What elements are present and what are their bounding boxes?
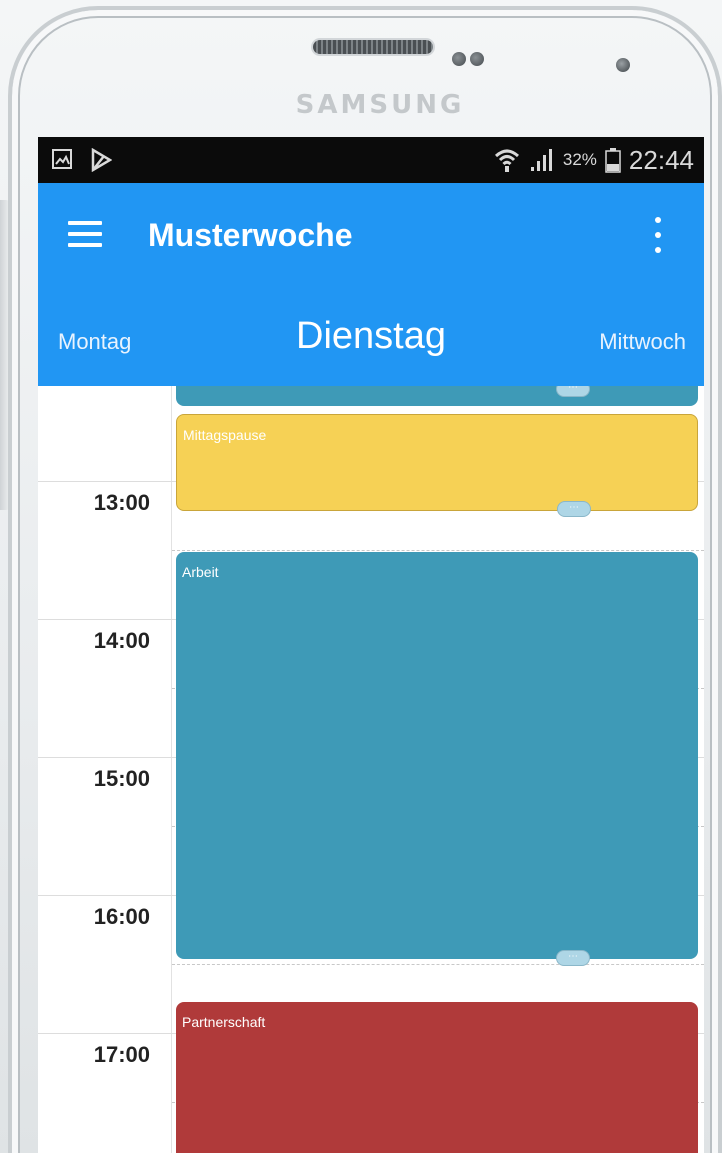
previous-day-tab[interactable]: Montag xyxy=(58,329,131,355)
hour-label: 13:00 xyxy=(93,490,150,515)
phone-frame: SAMSUNG 32% 22:44 Musterwoche Dienstag M… xyxy=(0,0,722,1153)
front-camera xyxy=(616,58,630,72)
event-title: Mittagspause xyxy=(183,427,267,443)
half-hour-line xyxy=(172,550,704,551)
earpiece-speaker xyxy=(313,40,433,54)
next-day-tab[interactable]: Mittwoch xyxy=(599,329,686,355)
calendar-event-mittagspause[interactable]: Mittagspause ⋯ xyxy=(176,414,698,517)
image-notification-icon xyxy=(52,149,72,169)
hamburger-menu-icon[interactable] xyxy=(68,221,102,247)
event-title: Arbeit xyxy=(182,564,219,580)
hour-label: 15:00 xyxy=(93,766,150,791)
signal-icon xyxy=(530,149,552,171)
app-bar: Musterwoche Dienstag Montag Mittwoch xyxy=(38,183,704,386)
day-calendar[interactable]: 13:00 14:00 15:00 16:00 17:00 ⋯ Mittagsp… xyxy=(38,386,704,1153)
screen: 32% 22:44 Musterwoche Dienstag Montag Mi… xyxy=(38,137,704,1153)
battery-percent: 32% xyxy=(562,150,597,169)
media-notification-icon xyxy=(91,148,112,172)
event-title: Partnerschaft xyxy=(182,1014,266,1030)
calendar-event-arbeit[interactable]: Arbeit ⋯ xyxy=(176,552,698,966)
calendar-event-partnerschaft[interactable]: Partnerschaft xyxy=(176,1002,698,1153)
half-hour-line xyxy=(172,964,704,965)
wifi-icon xyxy=(494,149,519,172)
resize-handle[interactable]: ⋯ xyxy=(556,386,590,397)
calendar-event-previous[interactable]: ⋯ xyxy=(176,386,698,406)
proximity-sensor xyxy=(452,52,466,66)
clock: 22:44 xyxy=(628,144,694,175)
more-vertical-icon[interactable] xyxy=(648,217,668,253)
hour-label: 16:00 xyxy=(93,904,150,929)
hour-label: 14:00 xyxy=(93,628,150,653)
light-sensor xyxy=(470,52,484,66)
brand-logo: SAMSUNG xyxy=(295,90,465,120)
resize-handle[interactable]: ⋯ xyxy=(556,950,590,966)
status-bar: 32% 22:44 xyxy=(38,137,704,183)
app-title: Musterwoche xyxy=(148,217,353,253)
hour-label: 17:00 xyxy=(93,1042,150,1067)
battery-icon xyxy=(605,148,621,173)
resize-handle[interactable]: ⋯ xyxy=(557,501,591,517)
